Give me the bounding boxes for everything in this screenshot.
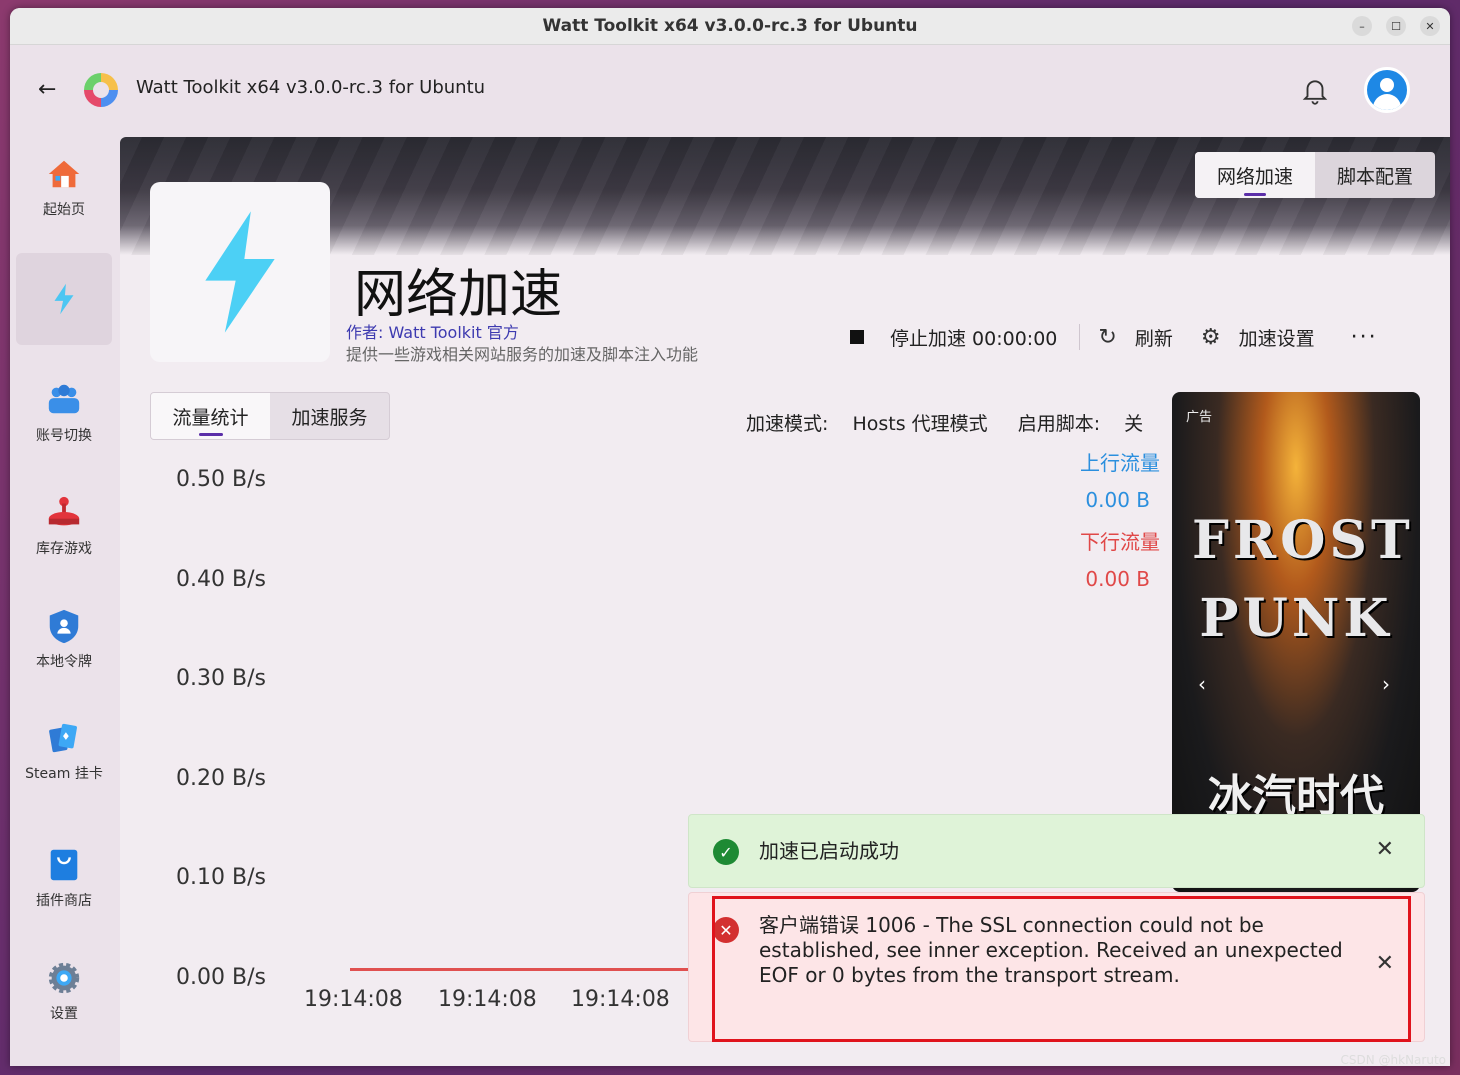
x-tick-label: 19:14:08 (304, 987, 403, 1012)
plugin-author[interactable]: 作者: Watt Toolkit 官方 (346, 319, 519, 343)
legend-down-name: 下行流量 (1080, 530, 1160, 554)
y-tick-label: 0.30 B/s (176, 666, 266, 691)
sidebar-nav: 起始页 账号切换 库存游戏 本地令牌 Steam 挂卡 插件商店 设置 (10, 135, 120, 1066)
divider (1079, 324, 1081, 350)
sidebar-item-settings[interactable]: 设置 (16, 945, 112, 1037)
users-icon (48, 384, 80, 414)
close-icon[interactable]: ✕ (1376, 837, 1394, 862)
sub-tabs: 流量统计 加速服务 (150, 392, 390, 440)
minimize-button[interactable]: – (1352, 16, 1372, 36)
store-bag-icon (50, 849, 78, 881)
script-value: 关 (1124, 413, 1144, 435)
y-tick-label: 0.10 B/s (176, 865, 266, 890)
header-tabs: 网络加速 脚本配置 (1195, 152, 1435, 198)
maximize-button[interactable]: ☐ (1386, 16, 1406, 36)
plugin-title: 网络加速 (354, 265, 563, 325)
chevron-right-icon[interactable]: › (1382, 672, 1390, 696)
chart-legend: 上行流量 0.00 B 下行流量 0.00 B (1050, 447, 1160, 591)
shield-icon (49, 609, 79, 644)
watermark: CSDN @hkNaruto (1340, 1053, 1447, 1067)
app-window: Watt Toolkit x64 v3.0.0-rc.3 for Ubuntu … (10, 8, 1450, 1066)
close-window-button[interactable]: ✕ (1420, 16, 1440, 36)
ad-game-logo: FROST PUNK (1192, 510, 1414, 649)
success-message: 加速已启动成功 (759, 839, 899, 863)
tab-network-accel[interactable]: 网络加速 (1195, 152, 1315, 198)
app-logo-icon (84, 73, 118, 107)
refresh-button[interactable]: ↻ 刷新 (1098, 324, 1172, 351)
home-icon (48, 160, 80, 188)
refresh-icon: ↻ (1098, 324, 1117, 350)
plugin-description: 提供一些游戏相关网站服务的加速及脚本注入功能 (346, 345, 699, 364)
accel-mode-info: 加速模式: Hosts 代理模式 启用脚本: 关 (746, 409, 1147, 436)
bell-icon[interactable] (1300, 75, 1330, 105)
sidebar-item-account-switch[interactable]: 账号切换 (16, 367, 112, 459)
tab-traffic-stats[interactable]: 流量统计 (151, 393, 270, 439)
stop-accel-button[interactable]: 停止加速 00:00:00 (850, 324, 1057, 351)
sidebar-item-steam-idle[interactable]: Steam 挂卡 (16, 705, 112, 797)
check-circle-icon: ✓ (713, 839, 739, 865)
sidebar-item-local-token[interactable]: 本地令牌 (16, 593, 112, 685)
ad-tag: 广告 (1186, 410, 1213, 425)
plugin-icon (150, 182, 330, 362)
action-bar: 停止加速 00:00:00 ↻ 刷新 ⚙ 加速设置 ··· (850, 322, 1378, 352)
joystick-icon (48, 496, 80, 526)
error-highlight-box (712, 896, 1411, 1042)
window-title: Watt Toolkit x64 v3.0.0-rc.3 for Ubuntu (542, 16, 918, 36)
y-tick-label: 0.50 B/s (176, 467, 266, 492)
mode-value: Hosts 代理模式 (852, 413, 988, 435)
accel-settings-button[interactable]: ⚙ 加速设置 (1201, 324, 1315, 351)
window-titlebar[interactable]: Watt Toolkit x64 v3.0.0-rc.3 for Ubuntu … (10, 8, 1450, 45)
series-line-download (350, 968, 690, 971)
y-tick-label: 0.40 B/s (176, 566, 266, 592)
app-title: Watt Toolkit x64 v3.0.0-rc.3 for Ubuntu (136, 77, 486, 98)
legend-up-name: 上行流量 (1080, 451, 1160, 475)
y-tick-label: 0.00 B/s (176, 964, 266, 990)
stop-icon (850, 330, 864, 344)
tab-script-config[interactable]: 脚本配置 (1315, 152, 1435, 198)
legend-down-value: 0.00 B (1085, 567, 1150, 591)
y-tick-label: 0.20 B/s (176, 765, 266, 791)
gear-icon (48, 962, 80, 994)
x-tick-label: 19:14:08 (571, 987, 670, 1012)
script-label: 启用脚本: (1017, 413, 1101, 435)
more-options-button[interactable]: ··· (1351, 325, 1378, 350)
mode-label: 加速模式: (746, 413, 829, 435)
user-avatar[interactable] (1364, 67, 1410, 113)
tab-accel-services[interactable]: 加速服务 (270, 393, 389, 439)
app-bar: ← Watt Toolkit x64 v3.0.0-rc.3 for Ubunt… (10, 45, 1450, 135)
gear-icon: ⚙ (1200, 324, 1221, 350)
cards-icon (49, 723, 77, 753)
sidebar-item-network-accel[interactable] (16, 253, 112, 345)
lightning-icon (205, 211, 275, 333)
chevron-left-icon[interactable]: ‹ (1198, 672, 1206, 696)
sidebar-item-home[interactable]: 起始页 (16, 141, 112, 233)
lightning-icon (54, 283, 74, 315)
back-arrow-icon[interactable]: ← (38, 77, 56, 102)
sidebar-item-plugin-store[interactable]: 插件商店 (16, 832, 112, 924)
legend-up-value: 0.00 B (1085, 488, 1150, 512)
sidebar-item-library-games[interactable]: 库存游戏 (16, 480, 112, 572)
x-tick-label: 19:14:08 (438, 987, 537, 1012)
success-toast: ✓ 加速已启动成功 ✕ (688, 814, 1425, 888)
